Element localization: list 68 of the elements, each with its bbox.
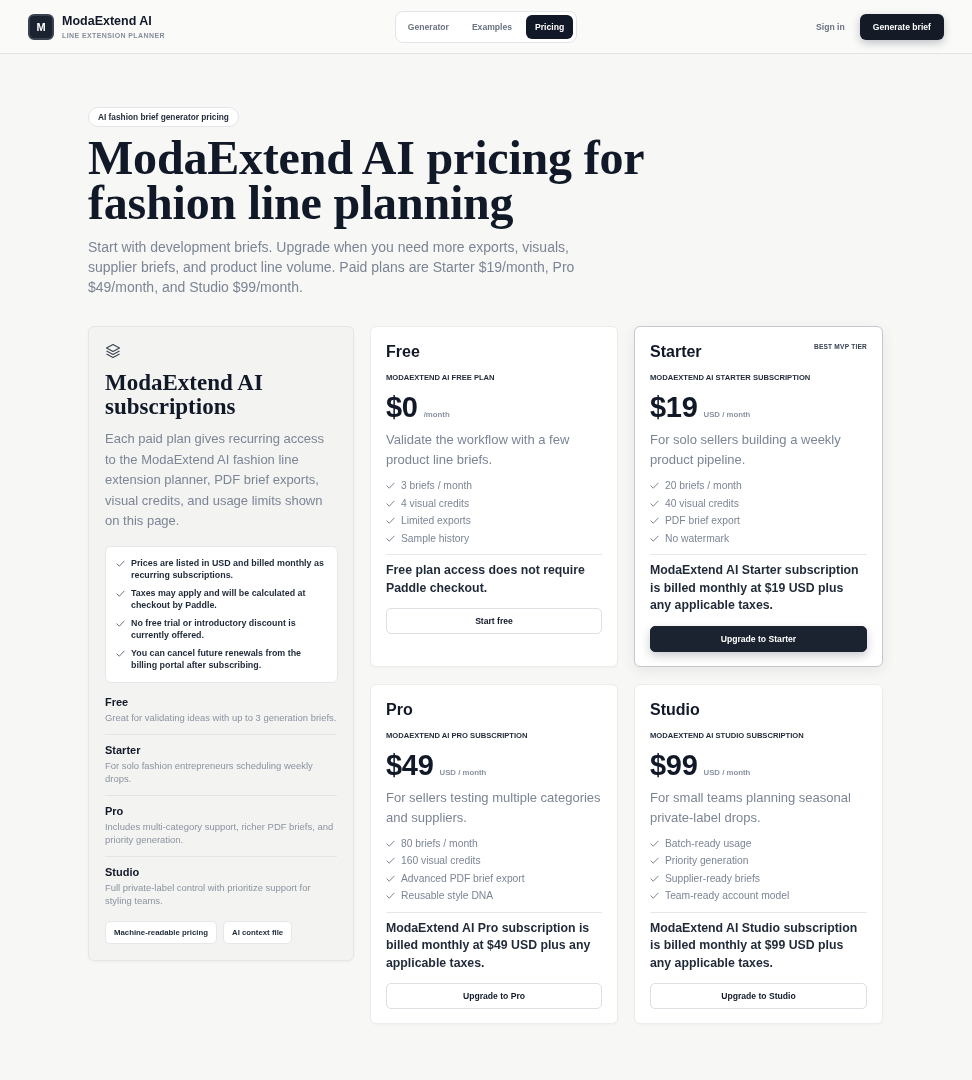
nav-tab[interactable]: Generator [398, 14, 458, 39]
plan-price: $49 [386, 747, 434, 782]
tier-description: For solo fashion entrepreneurs scheduling weekly drops. [105, 758, 314, 785]
note-text: No free trial or introductory discount is currently offered. [131, 616, 297, 642]
overview-text: Each paid plan gives recurring access to the ModaExtend AI fashion line extension planner, PDF brief exports, visual credits, and usage limits shown on this page. [105, 430, 325, 530]
billing-note: ModaExtend AI Starter subscription is billed monthly at $19 USD plus any applicable taxes. [650, 562, 860, 614]
feature-text: 4 visual credits [401, 496, 470, 511]
nav-tab[interactable]: Pricing [526, 14, 574, 39]
plan-description: For sellers testing multiple categories and suppliers. [386, 788, 602, 827]
plan-button[interactable]: Upgrade to Studio [650, 983, 867, 1009]
section-badge: AI fashion brief generator pricing [88, 107, 239, 127]
tier-description: Great for validating ideas with up to 3 generation briefs. [105, 710, 337, 724]
feature-text: 40 visual credits [665, 496, 739, 511]
feature-text: 3 briefs / month [401, 479, 472, 493]
layers-icon [105, 343, 121, 359]
tier-name: Starter [105, 742, 142, 757]
plan-price: $99 [650, 747, 698, 782]
plan-description: For small teams planning seasonal private-label drops. [650, 788, 852, 827]
plan-name: Free [386, 342, 420, 362]
tier-name: Free [105, 694, 130, 709]
page-intro: Start with development briefs. Upgrade when you need more exports, visuals, supplier briefs, and product line volume. Paid plans are Starter $19/month, Pro $49/month, and Studio $99/month. [88, 238, 576, 297]
feature-text: Limited exports [401, 514, 471, 528]
check-icon [386, 892, 395, 900]
plan-name: Pro [386, 699, 413, 720]
feature-text: Reusable style DNA [401, 889, 494, 903]
tier-description: Full private-label control with prioritize support for styling teams. [105, 880, 312, 907]
tier-name: Studio [105, 864, 141, 879]
plan-price: $19 [650, 390, 698, 424]
feature-text: 160 visual credits [401, 854, 481, 868]
plan-name: Studio [650, 699, 700, 720]
generate-brief-button[interactable]: Generate brief [859, 13, 944, 40]
billing-note: Free plan access does not require Paddle checkout. [386, 562, 586, 597]
note-text: You can cancel future renewals from the billing portal after subscribing. [131, 646, 302, 672]
feature-text: No watermark [665, 531, 730, 546]
check-icon [386, 839, 395, 847]
plan-name: Starter [650, 342, 702, 362]
plan-button[interactable]: Upgrade to Starter [650, 625, 867, 652]
check-icon [116, 559, 125, 567]
feature-text: Priority generation [665, 854, 749, 868]
plan-button[interactable]: Start free [386, 608, 602, 634]
check-icon [116, 589, 125, 597]
plan-description: Validate the workflow with a few product line briefs. [386, 431, 571, 469]
feature-text: Supplier-ready briefs [665, 871, 760, 886]
tier-description: Includes multi-category support, richer PDF briefs, and priority generation. [105, 819, 335, 846]
check-icon [650, 892, 659, 900]
note-text: Taxes may apply and will be calculated at checkout by Paddle. [131, 586, 307, 612]
check-icon [116, 619, 125, 627]
plan-button[interactable]: Upgrade to Pro [386, 983, 602, 1009]
brand-name: ModaExtend AI [62, 13, 153, 29]
feature-text: Advanced PDF brief export [401, 871, 525, 886]
nav-tab[interactable]: Examples [462, 14, 522, 39]
feature-text: Batch-ready usage [665, 836, 752, 851]
tier-name: Pro [105, 803, 125, 818]
sign-in-link[interactable]: Sign in [816, 21, 845, 32]
plan-price: $0 [386, 390, 418, 424]
brand-logo[interactable]: M [28, 13, 54, 40]
overview-heading: ModaExtend AI subscriptions [105, 371, 264, 419]
billing-note: ModaExtend AI Pro subscription is billed monthly at $49 USD plus any applicable taxes. [386, 919, 592, 972]
billing-note: ModaExtend AI Studio subscription is billed monthly at $99 USD plus any applicable taxes. [650, 919, 859, 972]
feature-text: 80 briefs / month [401, 836, 478, 851]
check-icon [650, 839, 659, 847]
feature-text: 20 briefs / month [665, 479, 742, 493]
feature-text: Team-ready account model [665, 889, 790, 903]
feature-text: PDF brief export [665, 514, 740, 528]
check-icon [116, 649, 125, 657]
plan-description: For solo sellers building a weekly product pipeline. [650, 431, 842, 469]
note-text: Prices are listed in USD and billed monthly as recurring subscriptions. [131, 556, 325, 582]
feature-text: Sample history [401, 531, 470, 546]
